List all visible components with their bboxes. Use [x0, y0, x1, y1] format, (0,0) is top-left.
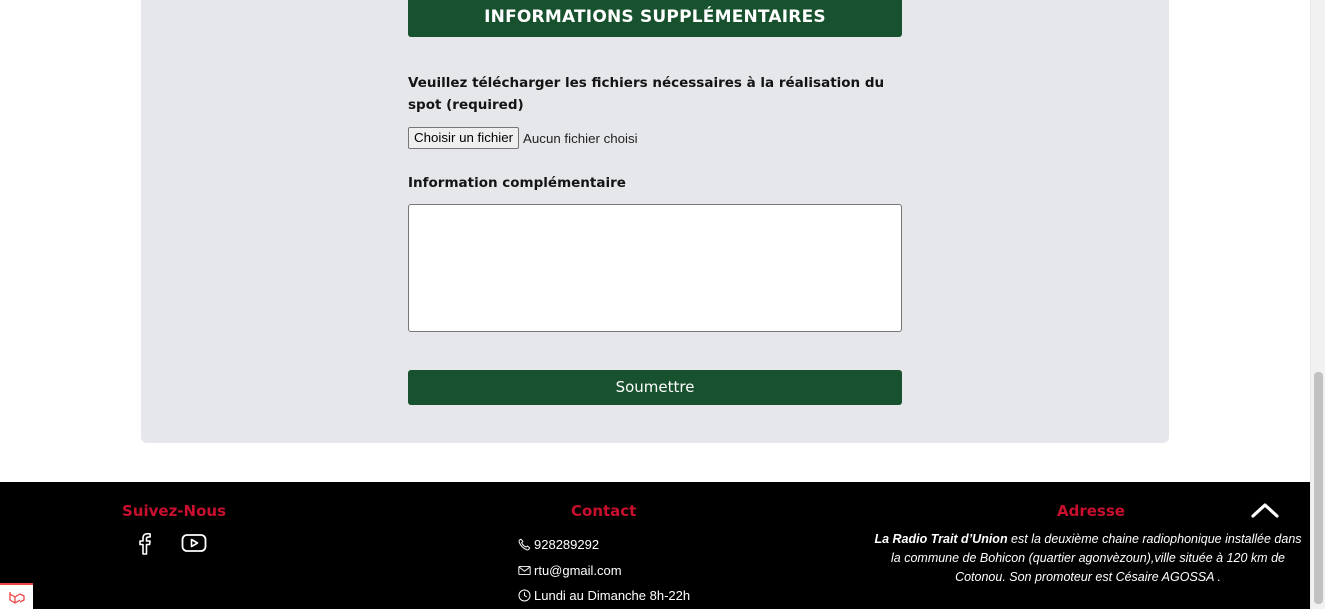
clock-icon — [518, 589, 531, 602]
info-textarea[interactable] — [408, 204, 902, 332]
chevron-up-icon[interactable] — [1250, 500, 1280, 520]
phone-icon — [518, 538, 531, 551]
address-brand: La Radio Trait d’Union — [874, 532, 1008, 546]
site-footer: Suivez-Nous Contact Adresse 928289292 rt… — [0, 482, 1310, 609]
phone-text: 928289292 — [534, 537, 600, 552]
file-input[interactable]: Choisir un fichier Aucun fichier choisi — [408, 127, 638, 149]
youtube-icon[interactable] — [181, 530, 207, 556]
contact-email: rtu@gmail.com — [518, 563, 622, 578]
section-title: INFORMATIONS SUPPLÉMENTAIRES — [408, 0, 902, 37]
contact-hours: Lundi au Dimanche 8h-22h — [518, 588, 690, 603]
contact-phone: 928289292 — [518, 537, 599, 552]
facebook-icon[interactable] — [131, 530, 157, 556]
contact-heading: Contact — [571, 502, 637, 520]
laravel-icon[interactable] — [0, 583, 33, 609]
submit-button[interactable]: Soumettre — [408, 370, 902, 405]
file-status-text: Aucun fichier choisi — [523, 130, 638, 146]
follow-heading: Suivez-Nous — [122, 502, 226, 520]
info-label: Information complémentaire — [408, 175, 626, 191]
hours-text: Lundi au Dimanche 8h-22h — [534, 588, 691, 603]
address-description: La Radio Trait d’Union est la deuxième c… — [870, 530, 1306, 587]
page-viewport: INFORMATIONS SUPPLÉMENTAIRES Veuillez té… — [0, 0, 1310, 609]
scrollbar-thumb[interactable] — [1314, 372, 1323, 604]
choose-file-button[interactable]: Choisir un fichier — [408, 127, 520, 149]
email-text[interactable]: rtu@gmail.com — [534, 563, 622, 578]
address-heading: Adresse — [1057, 502, 1125, 520]
upload-label: Veuillez télécharger les fichiers nécess… — [408, 75, 885, 113]
page-scrollbar[interactable] — [1310, 0, 1325, 609]
mail-icon — [518, 565, 531, 576]
